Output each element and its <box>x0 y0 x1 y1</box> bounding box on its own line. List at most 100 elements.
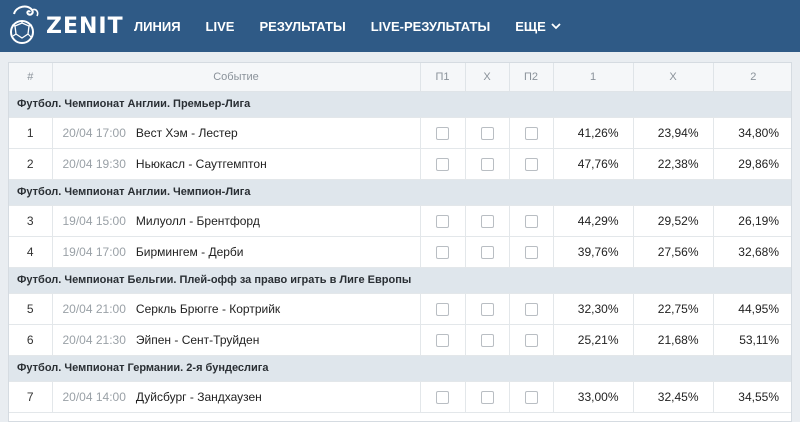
league-row[interactable]: Футбол. Чемпионат Англии. Чемпион-Лига <box>9 179 791 206</box>
x-cell <box>465 117 510 149</box>
p1-checkbox[interactable] <box>436 333 449 347</box>
league-row[interactable]: Футбол. Чемпионат Англии. Премьер-Лига <box>9 91 791 118</box>
p1-checkbox[interactable] <box>436 390 449 404</box>
p1-checkbox[interactable] <box>436 214 449 228</box>
event-teams: Милуолл - Брентфорд <box>135 213 260 228</box>
p2-cell <box>509 236 554 268</box>
pct-home: 25,21% <box>553 324 634 356</box>
p2-cell <box>509 324 554 356</box>
nav-more[interactable]: ЕЩЕ <box>515 19 561 34</box>
x-checkbox[interactable] <box>480 333 494 347</box>
chevron-down-icon <box>551 23 561 30</box>
p2-checkbox[interactable] <box>524 126 538 140</box>
table-row[interactable]: 1 20/04 17:00 Вест Хэм - Лестер 41,26% 23,94… <box>9 117 791 149</box>
pct-away: 26,19% <box>713 205 791 237</box>
event-number: 6 <box>9 324 53 356</box>
nav-line[interactable]: ЛИНИЯ <box>134 19 181 34</box>
nav-live-results[interactable]: LIVE-РЕЗУЛЬТАТЫ <box>371 19 491 34</box>
x-checkbox[interactable] <box>480 126 494 140</box>
event-cell[interactable]: 19/04 17:00 Бирмингем - Дерби <box>52 236 421 268</box>
nav-results-label: РЕЗУЛЬТАТЫ <box>259 18 346 34</box>
table-row[interactable]: 5 20/04 21:00 Серкль Брюгге - Кортрийк 32,3… <box>9 293 791 325</box>
event-time: 20/04 14:00 <box>62 389 126 404</box>
pct-away: 32,68% <box>713 236 791 268</box>
p2-checkbox[interactable] <box>524 333 538 347</box>
table-row[interactable]: 3 19/04 15:00 Милуолл - Брентфорд 44,29% 29,… <box>9 205 791 237</box>
p2-cell <box>509 381 554 413</box>
x-cell <box>465 148 510 180</box>
x-checkbox[interactable] <box>480 157 494 171</box>
header-p2: П2 <box>509 63 554 92</box>
table-row[interactable]: 6 20/04 21:30 Эйпен - Сент-Труйден 25,21% 21… <box>9 324 791 356</box>
p2-checkbox[interactable] <box>524 390 538 404</box>
pct-away: 34,80% <box>713 117 791 149</box>
x-cell <box>465 324 510 356</box>
top-navbar: ZENIT ЛИНИЯ LIVE РЕЗУЛЬТАТЫ LIVE-РЕЗУЛЬТ… <box>0 0 800 52</box>
event-time: 19/04 15:00 <box>62 213 126 228</box>
event-cell[interactable]: 19/04 15:00 Милуолл - Брентфорд <box>52 205 421 237</box>
x-cell <box>465 381 510 413</box>
event-cell[interactable]: 20/04 19:30 Ньюкасл - Саутгемптон <box>52 148 421 180</box>
header-num: # <box>9 63 53 92</box>
p2-cell <box>509 117 554 149</box>
event-number: 4 <box>9 236 53 268</box>
p1-cell <box>420 205 466 237</box>
p1-checkbox[interactable] <box>436 157 449 171</box>
event-cell[interactable]: 20/04 21:30 Эйпен - Сент-Труйден <box>52 324 421 356</box>
league-row[interactable]: Футбол. Чемпионат Бельгии. Плей-офф за п… <box>9 267 791 294</box>
header-x: Х <box>465 63 510 92</box>
p1-cell <box>420 236 466 268</box>
zenit-ball-icon <box>10 5 39 44</box>
p2-checkbox[interactable] <box>524 245 538 259</box>
event-cell[interactable]: 20/04 14:00 Дуйсбург - Зандхаузен <box>52 381 421 413</box>
p1-cell <box>420 381 466 413</box>
league-name: Футбол. Чемпионат Англии. Чемпион-Лига <box>9 179 791 206</box>
table-row[interactable]: 7 20/04 14:00 Дуйсбург - Зандхаузен 33,00% 3… <box>9 381 791 413</box>
event-teams: Вест Хэм - Лестер <box>135 125 238 140</box>
table-row[interactable]: 4 19/04 17:00 Бирмингем - Дерби 39,76% 27,56… <box>9 236 791 268</box>
p1-checkbox[interactable] <box>436 245 449 259</box>
p2-checkbox[interactable] <box>524 157 538 171</box>
p2-cell <box>509 148 554 180</box>
pct-draw: 22,38% <box>633 148 714 180</box>
pct-draw: 21,68% <box>633 324 714 356</box>
pct-away: 29,86% <box>713 148 791 180</box>
x-cell <box>465 236 510 268</box>
main-nav: ЛИНИЯ LIVE РЕЗУЛЬТАТЫ LIVE-РЕЗУЛЬТАТЫ ЕЩ… <box>134 0 586 52</box>
nav-line-label: ЛИНИЯ <box>134 18 181 34</box>
event-number: 3 <box>9 205 53 237</box>
x-checkbox[interactable] <box>480 245 494 259</box>
p2-cell <box>509 293 554 325</box>
event-number: 5 <box>9 293 53 325</box>
p2-checkbox[interactable] <box>524 214 538 228</box>
p2-cell <box>509 205 554 237</box>
events-body: Футбол. Чемпионат Англии. Премьер-Лига 1 2… <box>9 91 791 413</box>
p2-checkbox[interactable] <box>524 302 538 316</box>
league-row[interactable]: Футбол. Чемпионат Германии. 2-я бундесли… <box>9 355 791 382</box>
pct-home: 32,30% <box>553 293 634 325</box>
p1-checkbox[interactable] <box>436 126 449 140</box>
nav-results[interactable]: РЕЗУЛЬТАТЫ <box>259 19 345 34</box>
nav-live[interactable]: LIVE <box>206 19 235 34</box>
p1-cell <box>420 148 466 180</box>
x-checkbox[interactable] <box>480 302 494 316</box>
pct-draw: 23,94% <box>633 117 714 149</box>
table-row[interactable]: 2 20/04 19:30 Ньюкасл - Саутгемптон 47,76% 2… <box>9 148 791 180</box>
pct-draw: 29,52% <box>633 205 714 237</box>
pct-home: 39,76% <box>553 236 634 268</box>
header-2: 2 <box>713 63 791 92</box>
event-cell[interactable]: 20/04 17:00 Вест Хэм - Лестер <box>52 117 421 149</box>
event-number: 2 <box>9 148 53 180</box>
events-table: # Событие П1 Х П2 1 Х 2 Футбол. Чемпиона… <box>9 63 791 413</box>
x-cell <box>465 205 510 237</box>
x-checkbox[interactable] <box>480 214 494 228</box>
p1-checkbox[interactable] <box>436 302 449 316</box>
pct-away: 44,95% <box>713 293 791 325</box>
brand-logo[interactable]: ZENIT <box>6 0 134 52</box>
x-checkbox[interactable] <box>480 390 494 404</box>
event-time: 20/04 19:30 <box>62 156 126 171</box>
event-cell[interactable]: 20/04 21:00 Серкль Брюгге - Кортрийк <box>52 293 421 325</box>
league-name: Футбол. Чемпионат Англии. Премьер-Лига <box>9 91 791 118</box>
event-time: 20/04 17:00 <box>62 125 126 140</box>
event-time: 20/04 21:30 <box>62 332 126 347</box>
